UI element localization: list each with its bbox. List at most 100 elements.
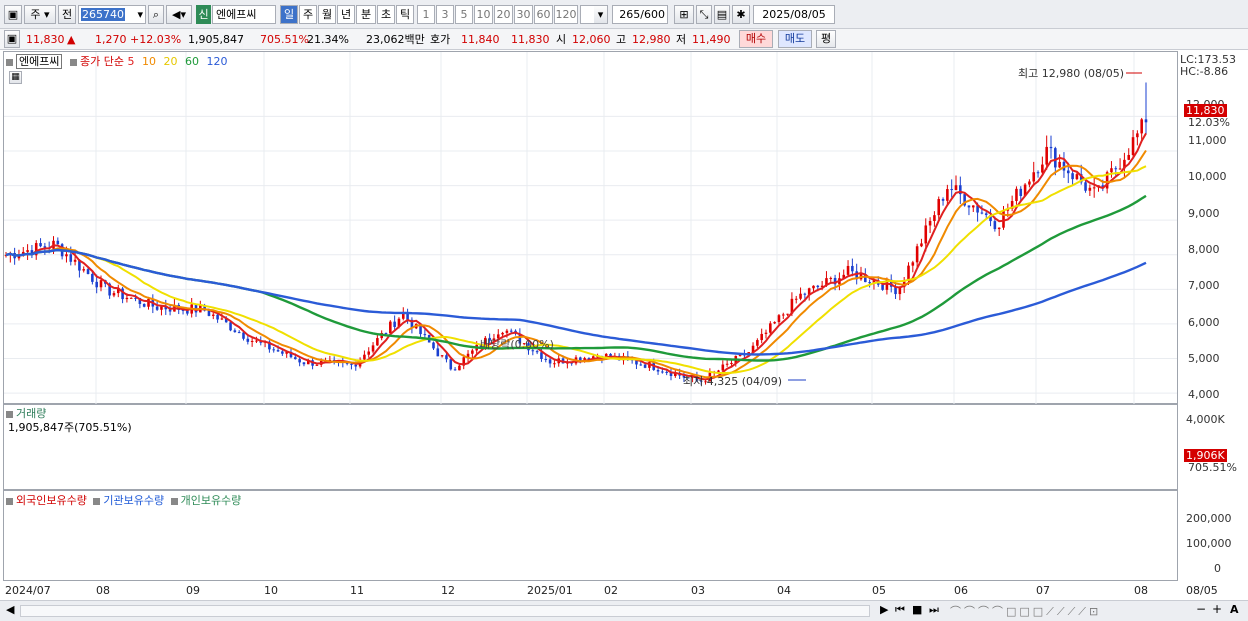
candle-body: [781, 314, 785, 316]
candle-body: [458, 365, 461, 371]
candle-body: [155, 306, 159, 310]
candle-body: [95, 281, 98, 288]
zoom-out-icon[interactable]: −: [1196, 602, 1206, 616]
y-tick: 5,000: [1188, 352, 1220, 365]
ma-line-120: [5, 248, 1147, 356]
y-tick: 4,000: [1188, 388, 1220, 401]
institution-holding-label: 기관보유수량: [103, 494, 165, 507]
auto-scale-icon[interactable]: A: [1230, 603, 1239, 616]
candle-body: [406, 313, 409, 320]
candle-body: [1075, 174, 1079, 180]
candle-body: [760, 333, 763, 341]
candle-body: [868, 282, 871, 284]
candle-body: [354, 364, 358, 367]
scroll-bar[interactable]: ◀ ▶ ⏮ ■ ⏭ ⌒⌒⌒⌒□□□⟋⟋⟋⟋⊡ − + A: [0, 600, 1248, 621]
stop-icon[interactable]: ■: [912, 603, 922, 616]
candle-body: [799, 293, 802, 299]
y-tick: 6,000: [1188, 316, 1220, 329]
legend-marker-icon: [170, 497, 178, 505]
x-tick: 04: [777, 584, 791, 597]
candle-body: [298, 359, 301, 363]
candle-body: [509, 330, 513, 332]
ex-dividend-note: 배당락(0.00%): [480, 338, 554, 351]
y-tick: 7,000: [1188, 279, 1220, 292]
candle-body: [272, 349, 276, 351]
scroll-track[interactable]: [20, 605, 870, 617]
candle-body: [1140, 119, 1143, 134]
candle-body: [82, 269, 86, 271]
candle-body: [250, 340, 254, 342]
candle-body: [39, 243, 42, 247]
zoom-in-icon[interactable]: +: [1212, 602, 1222, 616]
candle-body: [971, 205, 975, 208]
series-label: 종가 단순: [79, 55, 124, 68]
candle-body: [363, 354, 366, 360]
candle-body: [756, 340, 759, 346]
candle-body: [933, 215, 936, 221]
candle-body: [91, 274, 94, 282]
panel-stock-name: 엔에프씨: [16, 54, 63, 69]
candle-body: [984, 213, 988, 215]
x-tick: 03: [691, 584, 705, 597]
x-tick: 05: [872, 584, 886, 597]
ma120-label: 120: [206, 55, 228, 68]
candle-body: [440, 355, 444, 357]
candle-body: [471, 350, 474, 354]
candle-body: [924, 225, 928, 244]
first-icon[interactable]: ⏮: [895, 603, 905, 617]
draw-tools-icon[interactable]: ⌒⌒⌒⌒□□□⟋⟋⟋⟋⊡: [950, 603, 1101, 619]
candle-body: [937, 199, 941, 216]
x-tick: 2025/01: [527, 584, 573, 597]
legend-marker-icon: [6, 58, 13, 66]
scroll-right-icon[interactable]: ▶: [880, 603, 888, 616]
candle-body: [548, 359, 552, 364]
candle-body: [1002, 210, 1005, 228]
holding-axis: [1178, 490, 1248, 581]
candle-body: [1036, 172, 1040, 174]
candle-body: [1131, 137, 1135, 155]
ma60-label: 60: [184, 55, 199, 68]
x-tick: 12: [441, 584, 455, 597]
candle-body: [769, 323, 772, 333]
scroll-left-icon[interactable]: ◀: [6, 603, 14, 616]
ma20-label: 20: [163, 55, 178, 68]
candle-body: [220, 318, 224, 320]
candle-body: [233, 330, 237, 333]
candle-body: [540, 352, 543, 359]
table-icon[interactable]: ▦: [9, 71, 22, 84]
y-tick: 9,000: [1188, 207, 1220, 220]
x-tick: 08: [1134, 584, 1148, 597]
candle-body: [829, 277, 833, 279]
legend-marker-icon: [6, 497, 13, 505]
candle-body: [980, 212, 984, 214]
candle-body: [423, 334, 427, 336]
candle-body: [656, 369, 660, 372]
candle-body: [436, 348, 440, 357]
candle-body: [1032, 172, 1036, 182]
candle-body: [1041, 164, 1044, 173]
candle-body: [211, 314, 215, 316]
candle-body: [954, 185, 958, 191]
candle-body: [920, 243, 923, 247]
candle-body: [915, 246, 919, 263]
last-icon[interactable]: ⏭: [929, 603, 939, 617]
legend-marker-icon: [93, 497, 101, 505]
candle-body: [1127, 154, 1131, 160]
candle-body: [1019, 188, 1023, 196]
legend-marker-icon: [69, 58, 77, 66]
candle-body: [73, 259, 77, 262]
candle-body: [255, 340, 258, 342]
candle-body: [721, 364, 725, 371]
ma-line-10: [5, 149, 1147, 379]
candle-body: [997, 227, 1001, 230]
candle-body: [294, 357, 297, 360]
candle-body: [950, 189, 953, 191]
candle-body: [1015, 188, 1018, 202]
candle-body: [967, 205, 971, 208]
candle-body: [803, 293, 807, 295]
candle-body: [1084, 182, 1087, 191]
ma10-label: 10: [141, 55, 156, 68]
volume-pct-tag: 705.51%: [1188, 461, 1237, 474]
candle-body: [125, 297, 129, 300]
candle-body: [881, 284, 884, 290]
